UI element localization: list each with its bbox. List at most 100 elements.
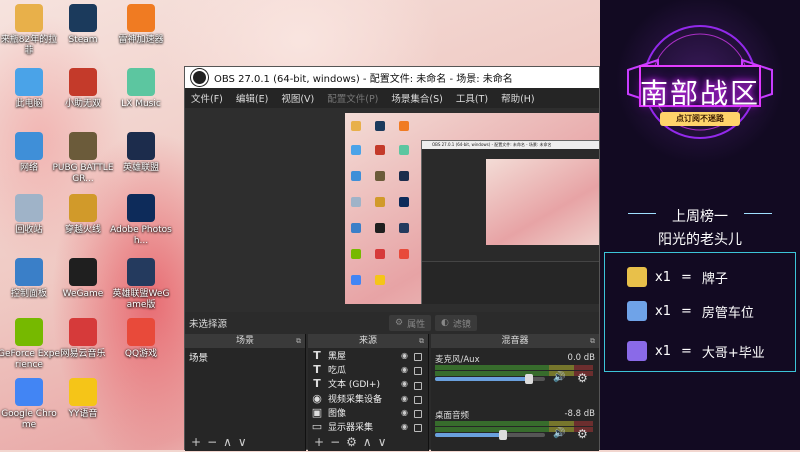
- remove-scene-button[interactable]: −: [207, 435, 217, 449]
- gift-count: x1: [655, 303, 671, 319]
- lock-icon[interactable]: [414, 410, 422, 419]
- desktop-icon[interactable]: Google Chrome: [0, 378, 60, 431]
- desktop-icon[interactable]: 小助无双: [52, 68, 114, 110]
- lock-icon[interactable]: [414, 395, 422, 404]
- visibility-eye-icon[interactable]: ◉: [401, 422, 408, 431]
- source-item[interactable]: ▣ 图像 ◉: [308, 405, 428, 419]
- menu-item[interactable]: 工具(T): [456, 91, 488, 105]
- add-scene-button[interactable]: +: [191, 435, 201, 449]
- control-panel-icon: [15, 258, 43, 286]
- properties-button[interactable]: ⚙ 属性: [389, 315, 432, 331]
- gift-rewards-box: x1 = 牌子 x1 = 房管车位 x1 = 大哥+毕业: [604, 252, 796, 372]
- desktop-icon-label: 来瓶82年的拉菲: [0, 35, 58, 56]
- desktop-icon-label: 此电脑: [15, 99, 43, 109]
- volume-fill: [435, 433, 504, 437]
- obs-title-bar[interactable]: OBS 27.0.1 (64-bit, windows) - 配置文件: 未命名…: [185, 67, 599, 88]
- speaker-icon[interactable]: 🔊: [553, 372, 565, 383]
- visibility-eye-icon[interactable]: ◉: [401, 379, 408, 388]
- gift-equals: =: [680, 269, 692, 285]
- undock-icon[interactable]: ⧉: [296, 334, 301, 348]
- move-down-button[interactable]: ∨: [378, 435, 387, 449]
- level-meter: [435, 371, 593, 376]
- menu-item[interactable]: 配置文件(P): [327, 91, 378, 105]
- desktop-icon[interactable]: Adobe Photosh...: [110, 194, 172, 247]
- desktop-icon[interactable]: 控制面板: [0, 258, 60, 300]
- lock-icon[interactable]: [414, 381, 422, 390]
- yy-voice-icon: [69, 378, 97, 406]
- visibility-eye-icon[interactable]: ◉: [401, 408, 408, 417]
- source-item[interactable]: T 吃瓜 ◉: [308, 362, 428, 376]
- source-name: 图像: [328, 408, 347, 419]
- undock-icon[interactable]: ⧉: [419, 334, 424, 348]
- visibility-eye-icon[interactable]: ◉: [401, 394, 408, 403]
- visibility-eye-icon[interactable]: ◉: [401, 365, 408, 374]
- desktop-icon[interactable]: 此电脑: [0, 68, 60, 110]
- move-up-button[interactable]: ∧: [363, 435, 372, 449]
- source-item[interactable]: ◉ 视频采集设备 ◉: [308, 391, 428, 405]
- gift-equals: =: [680, 303, 692, 319]
- source-item[interactable]: ▭ 显示器采集 ◉: [308, 419, 428, 433]
- desktop-icon-label: 雷神加速器: [118, 35, 164, 45]
- no-source-label: 未选择源: [189, 319, 228, 330]
- lock-icon[interactable]: [414, 367, 422, 376]
- volume-knob[interactable]: [524, 374, 533, 384]
- preview-icon: [351, 171, 361, 181]
- desktop-icon[interactable]: WeGame: [52, 258, 114, 300]
- desktop-icon-label: GeForce Experience: [0, 349, 60, 370]
- menu-item[interactable]: 帮助(H): [501, 91, 535, 105]
- gear-icon[interactable]: ⚙: [577, 371, 588, 385]
- source-item[interactable]: T 文本 (GDI+) ◉: [308, 377, 428, 391]
- source-item[interactable]: T 黑屋 ◉: [308, 348, 428, 362]
- visibility-eye-icon[interactable]: ◉: [401, 351, 408, 360]
- desktop-icon[interactable]: Steam: [52, 4, 114, 46]
- desktop-icon[interactable]: QQ游戏: [110, 318, 172, 360]
- volume-slider[interactable]: [435, 374, 545, 384]
- desktop-icon-label: 小助无双: [64, 99, 101, 109]
- preview-canvas[interactable]: OBS 27.0.1 (64-bit, windows) - 配置文件: 未命名…: [345, 113, 599, 304]
- desktop-icon[interactable]: 英雄联盟: [110, 132, 172, 174]
- recycle-bin-icon: [15, 194, 43, 222]
- desktop-icon[interactable]: PUBG BATTLEGR...: [52, 132, 114, 185]
- desktop-icon[interactable]: 英雄联盟WeGame版: [110, 258, 172, 311]
- gift-reward: 牌子: [701, 271, 728, 287]
- lol-icon: [127, 132, 155, 160]
- menu-item[interactable]: 视图(V): [281, 91, 314, 105]
- desktop-icon[interactable]: 回收站: [0, 194, 60, 236]
- lock-icon[interactable]: [414, 424, 422, 433]
- monitor-icon: ▭: [311, 420, 323, 434]
- source-name: 黑屋: [328, 351, 347, 362]
- add-source-button[interactable]: +: [314, 435, 324, 449]
- undock-icon[interactable]: ⧉: [590, 334, 595, 348]
- desktop-icon[interactable]: 穿越火线: [52, 194, 114, 236]
- desktop-icon[interactable]: 来瓶82年的拉菲: [0, 4, 60, 57]
- lock-icon[interactable]: [414, 353, 422, 361]
- preview-icon: [375, 223, 385, 233]
- move-down-button[interactable]: ∨: [238, 435, 247, 449]
- desktop-icon[interactable]: 雷神加速器: [110, 4, 172, 46]
- mixer-dock-header: 混音器 ⧉: [431, 334, 599, 348]
- level-meter: [435, 421, 593, 426]
- desktop-icon[interactable]: YY语音: [52, 378, 114, 420]
- scene-item[interactable]: 场景: [185, 348, 305, 366]
- menu-item[interactable]: 编辑(E): [236, 91, 268, 105]
- remove-source-button[interactable]: −: [330, 435, 340, 449]
- source-settings-button[interactable]: ⚙: [346, 435, 357, 449]
- gift-count: x1: [655, 343, 671, 359]
- menu-item[interactable]: 场景集合(S): [391, 91, 442, 105]
- thunder-accelerator-icon: [127, 4, 155, 32]
- desktop-icon[interactable]: 网易云音乐: [52, 318, 114, 360]
- preview-icon: [375, 145, 385, 155]
- desktop-icon[interactable]: LX Music: [110, 68, 172, 110]
- gear-icon[interactable]: ⚙: [577, 427, 588, 441]
- desktop-icon[interactable]: 网络: [0, 132, 60, 174]
- volume-slider[interactable]: [435, 430, 545, 440]
- chrome-icon: [15, 378, 43, 406]
- desktop-icon[interactable]: GeForce Experience: [0, 318, 60, 371]
- gift-reward-row: x1 = 大哥+毕业: [627, 339, 765, 363]
- speaker-icon[interactable]: 🔊: [553, 428, 565, 439]
- menu-item[interactable]: 文件(F): [191, 91, 223, 105]
- filters-button[interactable]: ◐ 滤镜: [435, 315, 477, 331]
- gift-reward: 大哥+毕业: [701, 345, 765, 361]
- move-up-button[interactable]: ∧: [223, 435, 232, 449]
- volume-knob[interactable]: [499, 430, 508, 440]
